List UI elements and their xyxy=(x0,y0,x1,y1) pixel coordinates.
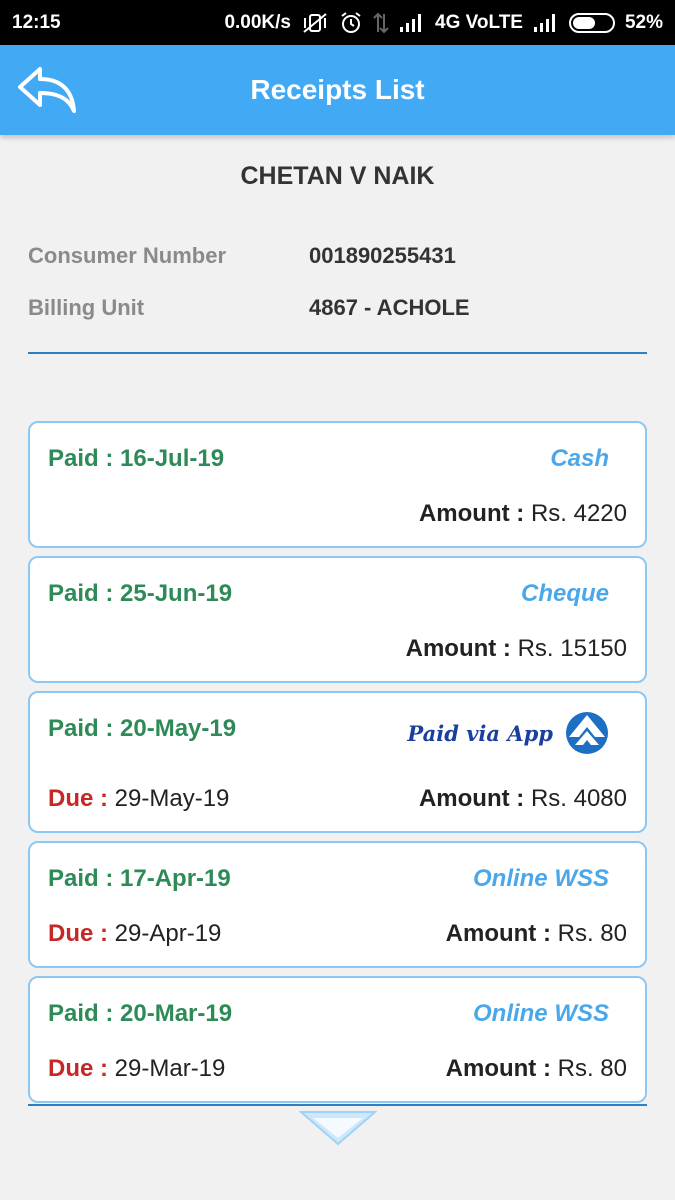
chevron-down-icon xyxy=(298,1111,378,1146)
amount: Amount : Rs. 4080 xyxy=(418,785,627,812)
net-speed: 0.00K/s xyxy=(224,11,291,33)
paid-date: Paid : 25-Jun-19 xyxy=(48,580,233,607)
amount: Amount : Rs. 4220 xyxy=(418,500,627,527)
billing-unit-label: Billing Unit xyxy=(28,295,145,320)
consumer-number-label: Consumer Number xyxy=(28,243,227,268)
back-arrow-icon xyxy=(18,67,76,113)
billing-unit-value: 4867 - ACHOLE xyxy=(309,295,470,320)
due-date: Due : 29-Mar-19 xyxy=(48,1055,226,1082)
app-logo-icon xyxy=(566,712,608,754)
receipt-card[interactable]: Paid : 16-Jul-19 Cash Amount : Rs. 4220 xyxy=(28,421,647,548)
paid-via-app-badge: Paid via App xyxy=(407,711,609,755)
vibrate-off-icon xyxy=(301,12,329,34)
payment-mode: Online WSS xyxy=(472,865,609,892)
battery-icon xyxy=(568,12,615,33)
divider xyxy=(28,352,647,354)
alarm-icon xyxy=(339,11,363,35)
payment-mode: Cash xyxy=(550,445,609,472)
network-type: 4G VoLTE xyxy=(435,11,523,33)
consumer-name: CHETAN V NAIK xyxy=(240,162,435,190)
page-title: Receipts List xyxy=(250,74,425,105)
amount: Amount : Rs. 15150 xyxy=(405,635,627,662)
status-icons: 0.00K/s 4G VoLTE 52% xyxy=(224,11,663,35)
paid-date: Paid : 20-Mar-19 xyxy=(48,1000,233,1027)
due-date: Due : 29-May-19 xyxy=(48,785,230,812)
amount: Amount : Rs. 80 xyxy=(445,1055,627,1082)
status-time: 12:15 xyxy=(12,11,61,33)
paid-date: Paid : 16-Jul-19 xyxy=(48,445,225,472)
signal-icon xyxy=(533,13,559,33)
receipt-card[interactable]: Paid : 20-Mar-19 Online WSS Due : 29-Mar… xyxy=(28,976,647,1103)
back-button[interactable] xyxy=(14,65,80,115)
signal-icon xyxy=(399,13,425,33)
data-transfer-icon xyxy=(373,12,389,34)
payment-mode: Paid via App xyxy=(407,720,553,746)
receipt-card[interactable]: Paid : 20-May-19 Paid via App Due : 29-M… xyxy=(28,691,647,833)
status-bar: 12:15 0.00K/s 4G VoLTE 52% xyxy=(0,0,675,45)
paid-date: Paid : 17-Apr-19 xyxy=(48,865,231,892)
receipt-card[interactable]: Paid : 17-Apr-19 Online WSS Due : 29-Apr… xyxy=(28,841,647,968)
app-bar: Receipts List xyxy=(0,45,675,135)
consumer-number-row: Consumer Number 001890255431 xyxy=(28,243,648,273)
divider xyxy=(28,1104,647,1106)
due-date: Due : 29-Apr-19 xyxy=(48,920,222,947)
consumer-number-value: 001890255431 xyxy=(309,243,456,268)
battery-percent: 52% xyxy=(624,11,663,33)
receipt-card[interactable]: Paid : 25-Jun-19 Cheque Amount : Rs. 151… xyxy=(28,556,647,683)
scroll-down-button[interactable] xyxy=(298,1108,378,1148)
amount: Amount : Rs. 80 xyxy=(445,920,627,947)
billing-unit-row: Billing Unit 4867 - ACHOLE xyxy=(28,295,648,325)
paid-date: Paid : 20-May-19 xyxy=(48,715,237,742)
payment-mode: Online WSS xyxy=(472,1000,609,1027)
payment-mode: Cheque xyxy=(520,580,609,607)
